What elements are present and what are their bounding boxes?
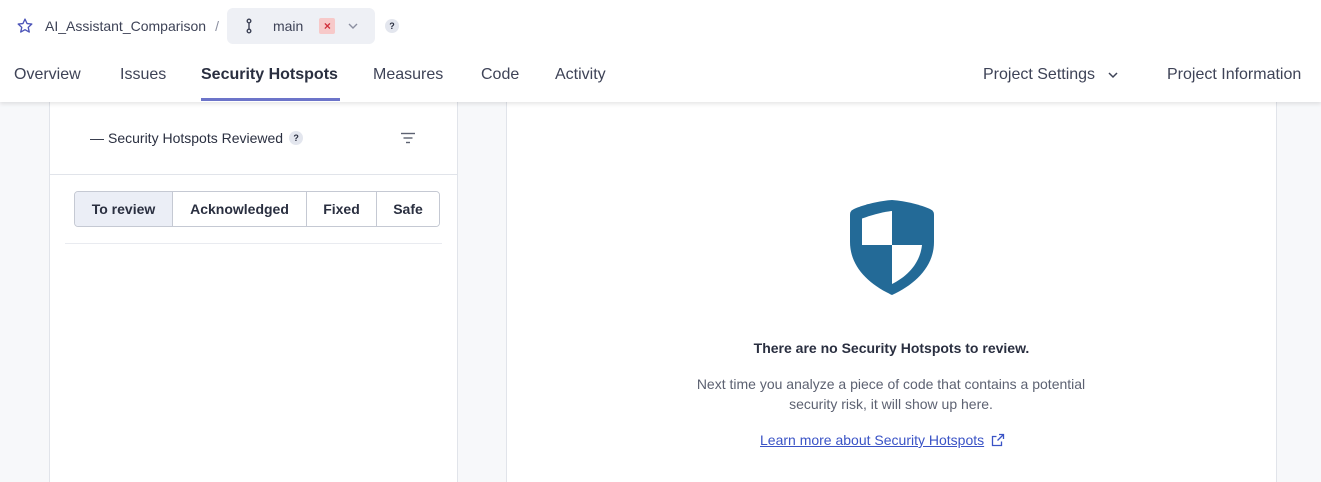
external-link-icon	[991, 433, 1005, 447]
active-tab-indicator	[201, 98, 340, 101]
branch-icon	[243, 18, 255, 34]
filter-acknowledged-button[interactable]: Acknowledged	[173, 192, 307, 226]
branch-name: main	[272, 18, 304, 34]
chevron-down-icon	[1107, 69, 1119, 81]
tab-security-hotspots[interactable]: Security Hotspots	[201, 66, 338, 84]
empty-state-title: There are no Security Hotspots to review…	[753, 340, 1030, 356]
empty-state-description: Next time you analyze a piece of code th…	[696, 376, 1086, 412]
branch-selector[interactable]: main ×	[226, 8, 375, 44]
breadcrumb: AI_Assistant_Comparison / main × ?	[16, 8, 399, 44]
project-settings-menu[interactable]: Project Settings	[983, 66, 1119, 84]
tab-code[interactable]: Code	[481, 66, 519, 84]
filter-to-review-button[interactable]: To review	[75, 192, 173, 226]
top-header: AI_Assistant_Comparison / main × ? Overv…	[0, 0, 1321, 102]
tab-activity[interactable]: Activity	[555, 66, 606, 84]
hotspots-reviewed-summary: — Security Hotspots Reviewed ?	[90, 130, 304, 146]
tab-issues[interactable]: Issues	[120, 66, 166, 84]
status-filter-toggle: To review Acknowledged Fixed Safe	[74, 191, 440, 227]
help-icon[interactable]: ?	[289, 131, 304, 145]
filter-icon[interactable]	[399, 129, 417, 147]
filter-safe-button[interactable]: Safe	[377, 192, 439, 226]
divider	[65, 243, 442, 244]
divider	[50, 174, 457, 175]
reviewed-label: Security Hotspots Reviewed	[108, 130, 284, 146]
hotspots-main-panel: There are no Security Hotspots to review…	[506, 102, 1277, 482]
project-settings-label: Project Settings	[983, 66, 1096, 83]
help-icon[interactable]: ?	[384, 19, 399, 33]
tab-overview[interactable]: Overview	[14, 66, 81, 84]
star-icon[interactable]	[16, 17, 34, 35]
project-nav: Overview Issues Security Hotspots Measur…	[0, 56, 1321, 102]
quality-gate-failed-badge: ×	[319, 18, 336, 34]
project-name-link[interactable]: AI_Assistant_Comparison	[45, 18, 206, 34]
chevron-down-icon	[347, 20, 359, 32]
learn-more-link[interactable]: Learn more about Security Hotspots	[760, 432, 1005, 448]
breadcrumb-separator: /	[215, 18, 219, 34]
project-information-link[interactable]: Project Information	[1167, 66, 1301, 84]
shield-icon	[845, 196, 939, 300]
tab-measures[interactable]: Measures	[373, 66, 443, 84]
learn-more-link-text: Learn more about Security Hotspots	[760, 432, 985, 448]
hotspots-sidebar: — Security Hotspots Reviewed ? To review…	[49, 102, 458, 482]
reviewed-value: —	[90, 130, 104, 146]
filter-fixed-button[interactable]: Fixed	[307, 192, 377, 226]
